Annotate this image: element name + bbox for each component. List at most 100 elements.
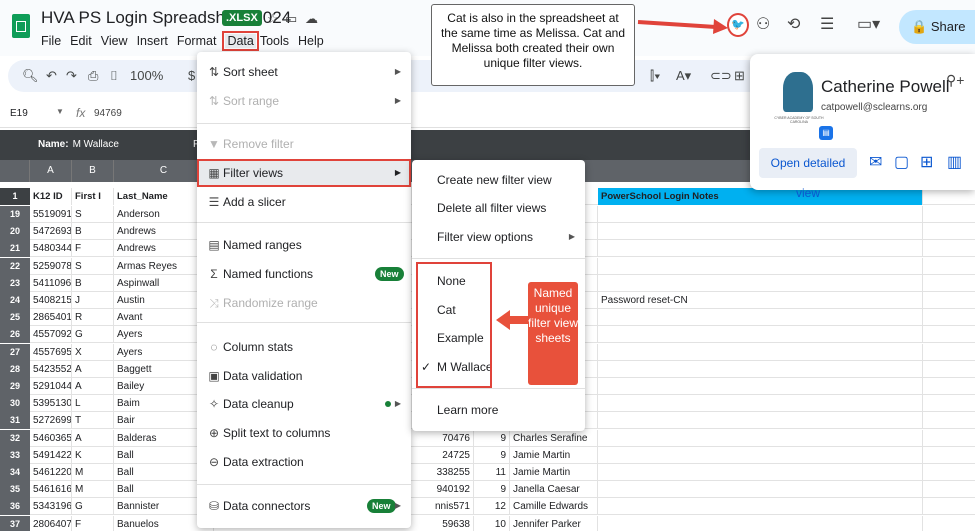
paint-format-icon[interactable]: ⌷ <box>110 68 118 84</box>
cell-k12-id[interactable]: 2865401 <box>30 309 72 327</box>
cell-notes[interactable] <box>598 223 923 241</box>
cell-first-initial[interactable]: J <box>72 292 114 309</box>
cell-k12-id[interactable]: 5395130 <box>30 395 72 413</box>
cell-f[interactable]: 10 <box>474 515 510 531</box>
header-cell-first[interactable]: First I <box>72 188 114 205</box>
cell-first-initial[interactable]: F <box>72 515 114 531</box>
menu-item-filter-views[interactable]: ▦ Filter views ▶ <box>197 159 411 187</box>
print-icon[interactable]: ⎙ <box>88 68 98 84</box>
cell-e[interactable]: nnis571 <box>411 498 474 516</box>
cell-notes[interactable] <box>598 378 923 395</box>
cell-notes[interactable] <box>598 446 923 464</box>
header-cell-k12[interactable]: K12 ID <box>30 188 72 205</box>
select-all-corner[interactable] <box>0 160 30 182</box>
cell-notes[interactable] <box>598 206 923 223</box>
menu-item-data-connectors[interactable]: ⛁ Data connectors New ▶ <box>197 492 411 520</box>
cell-k12-id[interactable]: 5291044 <box>30 378 72 395</box>
row-number[interactable]: 20 <box>0 223 30 241</box>
cell-f[interactable]: 11 <box>474 464 510 481</box>
menu-insert[interactable]: Insert <box>137 34 173 48</box>
zoom-select[interactable]: 100% <box>130 68 163 83</box>
column-header-a[interactable]: A <box>30 160 72 182</box>
cell-g[interactable]: Camille Edwards <box>510 498 598 516</box>
search-menus-icon[interactable]: 🔍︎ <box>22 68 39 84</box>
menu-tools[interactable]: Tools <box>260 34 294 48</box>
learn-more-item[interactable]: Learn more <box>412 397 585 423</box>
cell-first-initial[interactable]: G <box>72 326 114 344</box>
menu-item-add-slicer[interactable]: ☰ Add a slicer <box>197 188 411 216</box>
cell-g[interactable]: Jennifer Parker <box>510 515 598 531</box>
cell-k12-id[interactable]: 5408215 <box>30 292 72 309</box>
cell-notes[interactable] <box>598 257 923 275</box>
cloud-status-icon[interactable]: ☁ <box>305 11 318 27</box>
cell-first-initial[interactable]: T <box>72 412 114 430</box>
video-call-icon[interactable]: ⊞ <box>920 152 933 172</box>
cell-notes[interactable] <box>598 464 923 481</box>
share-button[interactable]: 🔒 Share <box>899 10 975 44</box>
row-number[interactable]: 25 <box>0 309 30 327</box>
menu-view[interactable]: View <box>101 34 133 48</box>
row-number[interactable]: 27 <box>0 343 30 361</box>
star-icon[interactable]: ☆ <box>267 11 279 27</box>
menu-format[interactable]: Format <box>177 34 222 48</box>
row-number[interactable]: 35 <box>0 481 30 499</box>
menu-item-sort-sheet[interactable]: ⇅ Sort sheet ▶ <box>197 58 411 86</box>
cell-notes[interactable] <box>598 343 923 361</box>
row-number[interactable]: 34 <box>0 464 30 481</box>
meet-icon[interactable]: ▭▾ <box>857 14 880 34</box>
cell-k12-id[interactable]: 5343196 <box>30 498 72 516</box>
cell-k12-id[interactable]: 5460365 <box>30 429 72 447</box>
row-number[interactable]: 22 <box>0 257 30 275</box>
sheets-logo-icon[interactable] <box>12 14 30 38</box>
cell-k12-id[interactable]: 4557695 <box>30 343 72 361</box>
collaborators-icon[interactable]: ⚇ <box>756 14 770 34</box>
add-person-icon[interactable]: ⚲+ <box>946 72 964 89</box>
row-number[interactable]: 37 <box>0 515 30 531</box>
cell-first-initial[interactable]: A <box>72 360 114 378</box>
cell-k12-id[interactable]: 5259078 <box>30 257 72 275</box>
calendar-icon[interactable]: ▥ <box>947 152 962 172</box>
cell-first-initial[interactable]: X <box>72 343 114 361</box>
row-number[interactable]: 29 <box>0 378 30 395</box>
cell-f[interactable]: 9 <box>474 446 510 464</box>
row-number[interactable]: 26 <box>0 326 30 344</box>
cell-notes[interactable] <box>598 498 923 516</box>
cell-k12-id[interactable]: 5423552 <box>30 360 72 378</box>
cell-first-initial[interactable]: A <box>72 378 114 395</box>
cell-notes[interactable] <box>598 395 923 413</box>
cell-notes[interactable] <box>598 274 923 292</box>
menu-item-data-cleanup[interactable]: ✧ Data cleanup ▶ <box>197 390 411 418</box>
cell-notes[interactable] <box>598 412 923 430</box>
cell-notes[interactable]: Password reset-CN <box>598 292 923 309</box>
cell-notes[interactable] <box>598 309 923 327</box>
cell-first-initial[interactable]: K <box>72 446 114 464</box>
row-number[interactable]: 21 <box>0 240 30 258</box>
cell-f[interactable]: 9 <box>474 429 510 447</box>
currency-format[interactable]: $ <box>188 68 195 83</box>
menu-edit[interactable]: Edit <box>70 34 97 48</box>
menu-item-split-text[interactable]: ⊕ Split text to columns <box>197 419 411 447</box>
cell-first-initial[interactable]: M <box>72 464 114 481</box>
chat-icon[interactable]: ▢ <box>894 152 909 172</box>
cell-notes[interactable] <box>598 481 923 499</box>
filter-view-options-item[interactable]: Filter view options ▶ <box>412 224 585 250</box>
create-filter-view-item[interactable]: Create new filter view <box>412 167 585 193</box>
formula-input[interactable]: 94769 <box>94 108 122 119</box>
cell-first-initial[interactable]: B <box>72 223 114 241</box>
row-number[interactable]: 31 <box>0 412 30 430</box>
menu-help[interactable]: Help <box>298 34 329 48</box>
row-number[interactable]: 36 <box>0 498 30 516</box>
cell-k12-id[interactable]: 5519091 <box>30 206 72 223</box>
cell-g[interactable]: Janella Caesar <box>510 481 598 499</box>
cell-k12-id[interactable]: 5491422 <box>30 446 72 464</box>
cell-e[interactable]: 940192 <box>411 481 474 499</box>
cell-e[interactable]: 70476 <box>411 429 474 447</box>
row-number[interactable]: 1 <box>0 188 30 205</box>
cell-g[interactable]: Jamie Martin <box>510 464 598 481</box>
cell-notes[interactable] <box>598 515 923 531</box>
cell-k12-id[interactable]: 5461220 <box>30 464 72 481</box>
cell-notes[interactable] <box>598 326 923 344</box>
cell-e[interactable]: 338255 <box>411 464 474 481</box>
filter-view-name[interactable]: Name: M Wallace <box>38 139 119 150</box>
menu-item-data-extraction[interactable]: ⊖ Data extraction <box>197 448 411 476</box>
